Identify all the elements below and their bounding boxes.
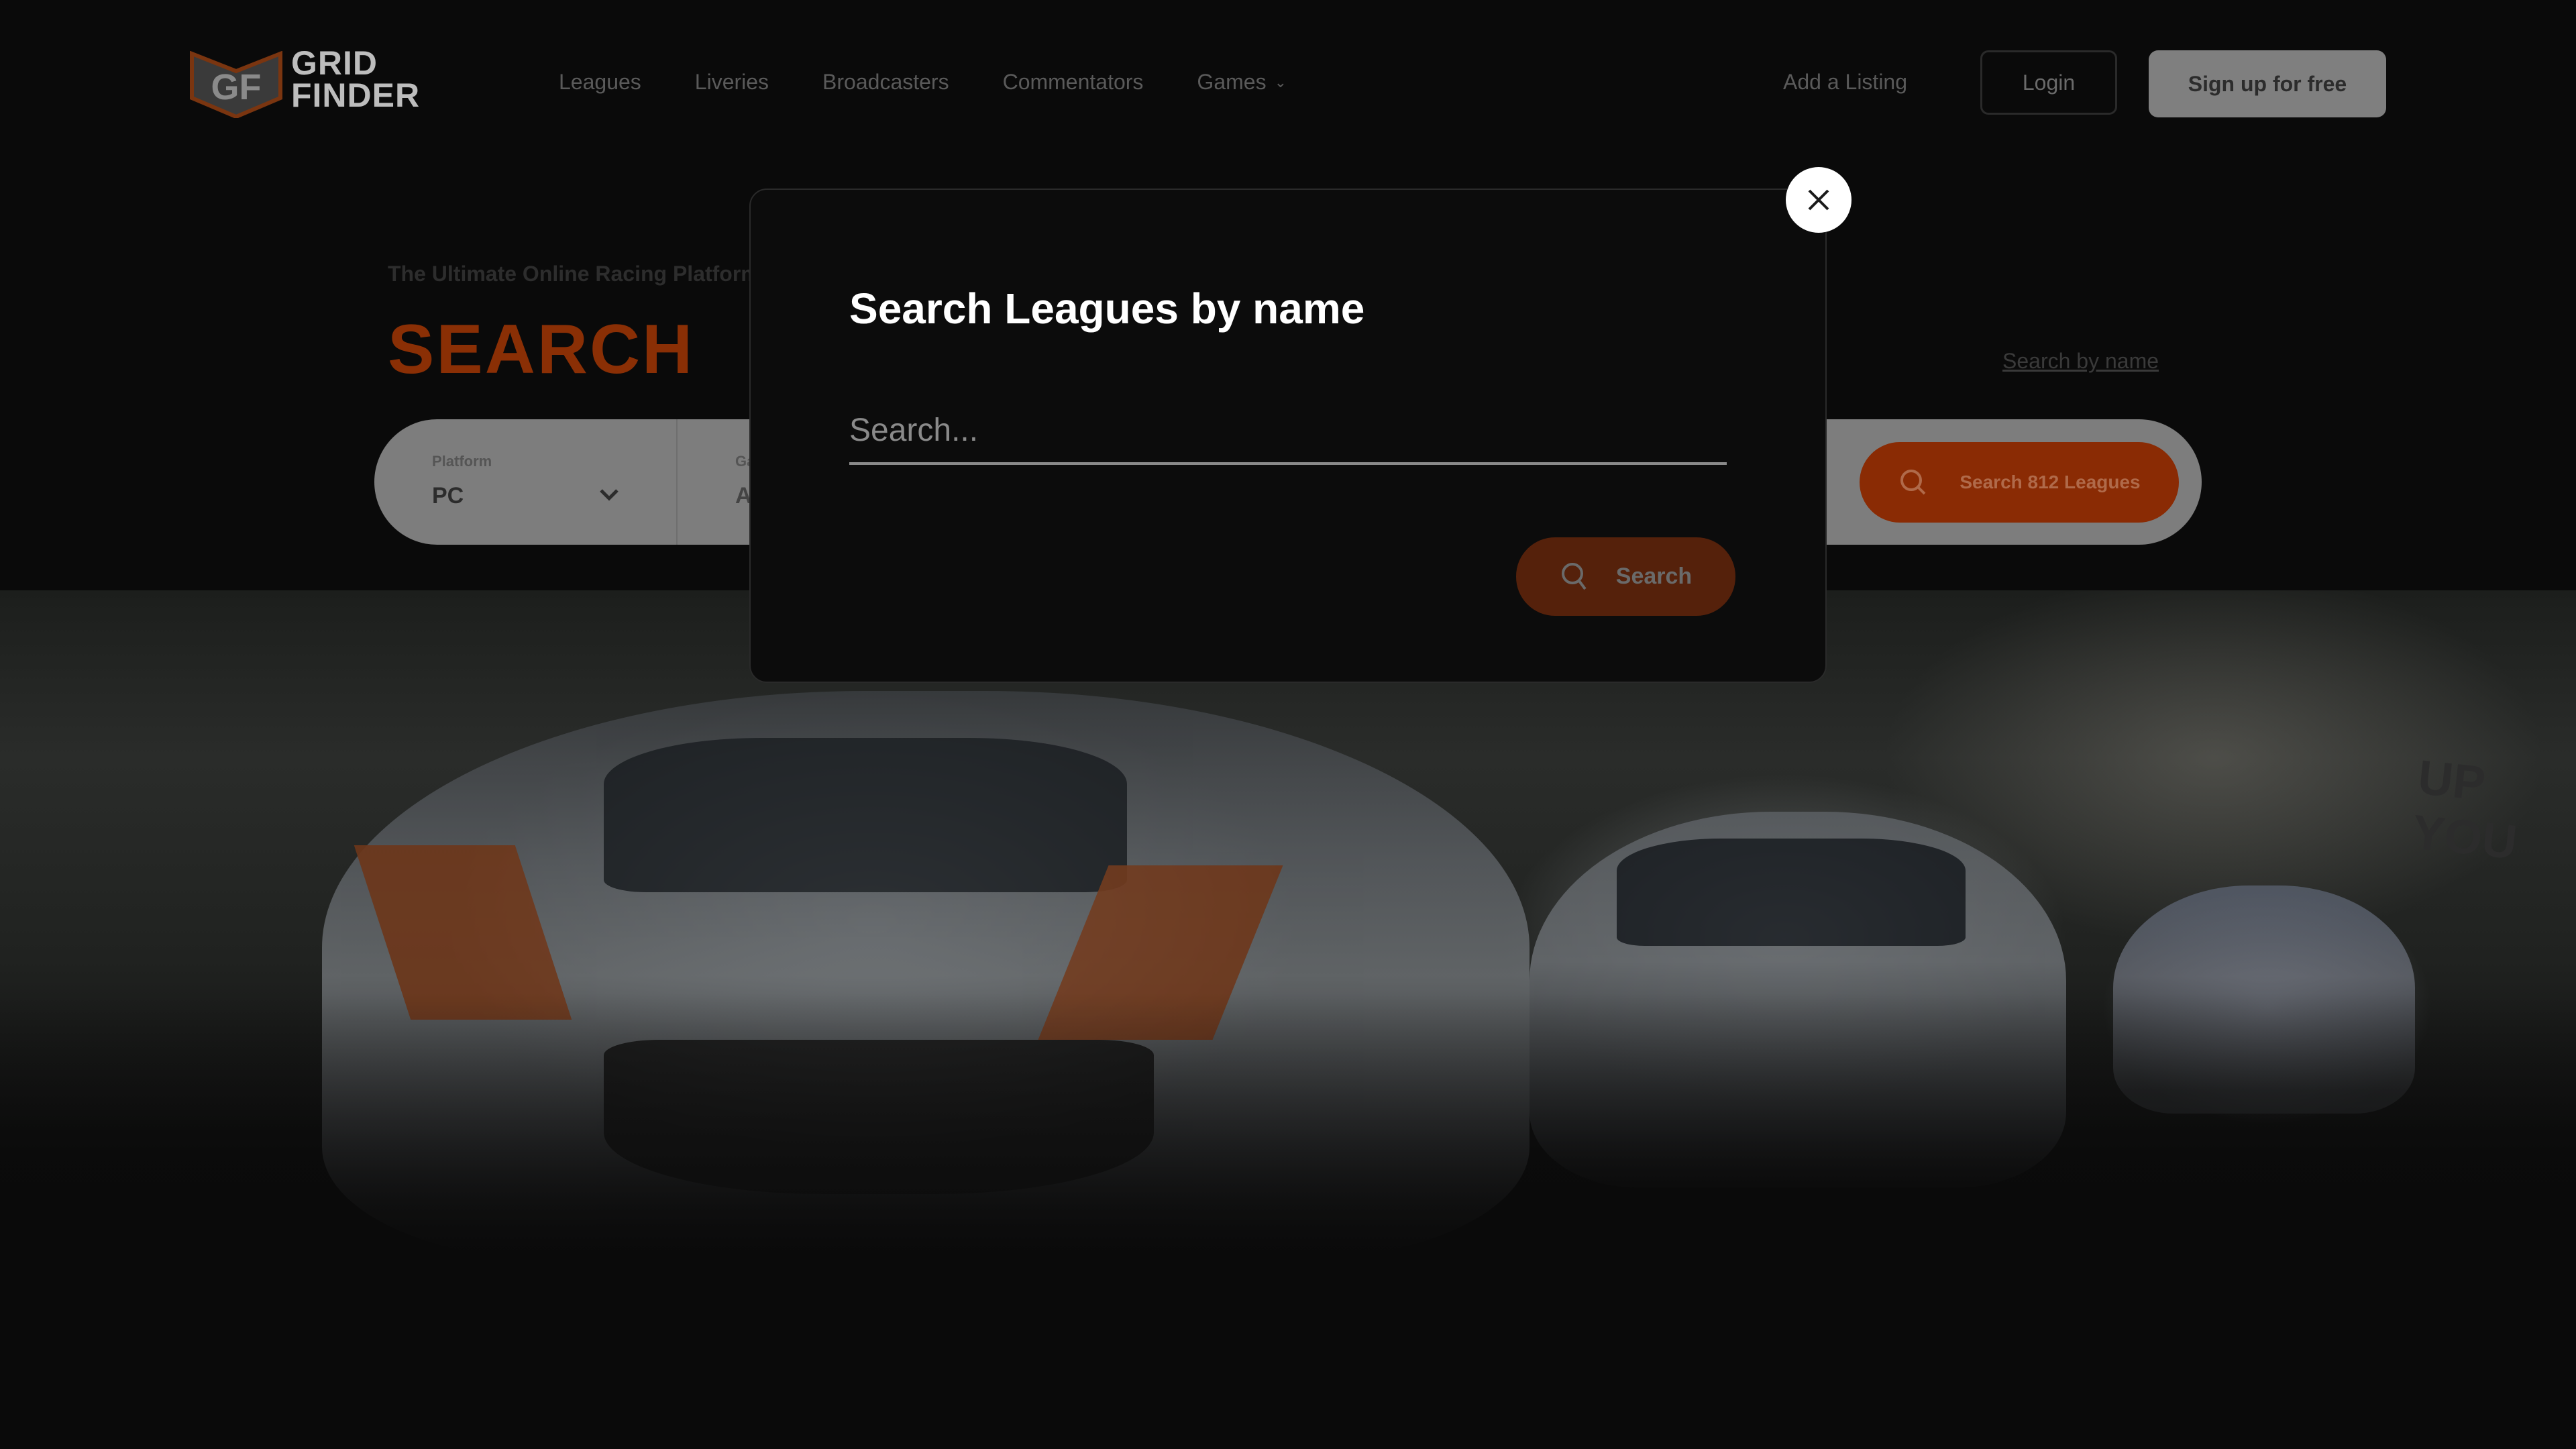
nav-games-label: Games: [1197, 70, 1267, 94]
search-by-name-link[interactable]: Search by name: [2002, 349, 2159, 374]
hero-tagline: The Ultimate Online Racing Platform: [388, 262, 760, 286]
league-name-search-input[interactable]: [849, 398, 1727, 465]
add-listing-link[interactable]: Add a Listing: [1783, 70, 1907, 95]
modal-title: Search Leagues by name: [849, 284, 1365, 333]
modal-search-label: Search: [1615, 564, 1693, 589]
login-button[interactable]: Login: [1980, 50, 2117, 115]
gridfinder-logo[interactable]: GF GRID FINDER: [189, 44, 471, 121]
logo-text-finder: FINDER: [291, 76, 421, 114]
main-nav: Leagues Liveries Broadcasters Commentato…: [559, 70, 1287, 95]
platform-value: PC: [432, 483, 464, 508]
nav-broadcasters[interactable]: Broadcasters: [822, 70, 949, 95]
chevron-down-icon: ⌄: [1274, 73, 1287, 91]
page-background: UP YOU GF GRID FINDER Leagues Liveries B…: [0, 0, 2576, 1449]
search-icon: [1900, 470, 1926, 495]
nav-liveries[interactable]: Liveries: [695, 70, 769, 95]
nav-commentators[interactable]: Commentators: [1003, 70, 1144, 95]
search-by-name-modal: Search Leagues by name Search: [749, 189, 1827, 683]
logo-text-grid: GRID: [291, 44, 378, 82]
search-leagues-button[interactable]: Search 812 Leagues: [1860, 442, 2179, 523]
modal-close-button[interactable]: [1786, 167, 1851, 233]
close-icon: [1808, 189, 1829, 211]
platform-select[interactable]: Platform PC: [374, 419, 678, 545]
wall-banner-text: UP YOU: [2410, 750, 2520, 870]
modal-search-button[interactable]: Search: [1516, 537, 1735, 616]
search-leagues-label: Search 812 Leagues: [1960, 472, 2141, 492]
nav-leagues[interactable]: Leagues: [559, 70, 641, 95]
logo-mark-icon: GF: [190, 51, 282, 118]
hero-image: UP YOU: [0, 590, 2576, 1261]
platform-label: Platform: [432, 453, 492, 470]
nav-games[interactable]: Games ⌄: [1197, 70, 1287, 95]
signup-button[interactable]: Sign up for free: [2149, 50, 2386, 117]
search-icon: [1561, 562, 1587, 590]
chevron-down-icon: [600, 489, 619, 501]
svg-text:GF: GF: [211, 67, 262, 107]
hero-headline: SEARCH: [388, 311, 695, 388]
